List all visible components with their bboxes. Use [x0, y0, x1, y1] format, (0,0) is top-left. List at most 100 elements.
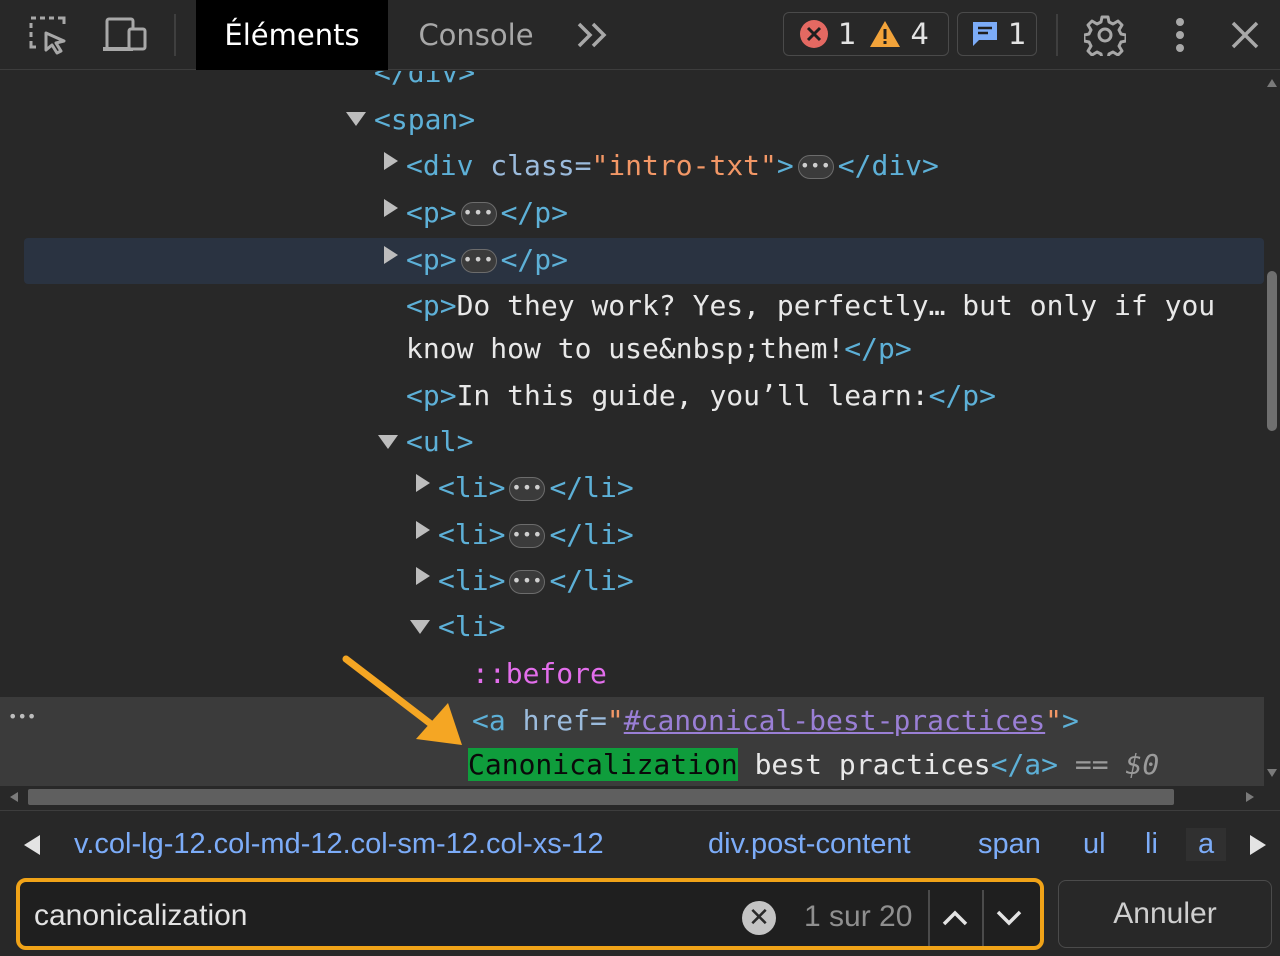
search-match-highlight: Canonicalization	[468, 748, 738, 781]
horizontal-scroll-thumb[interactable]	[28, 789, 1174, 805]
tag-text: <div	[406, 149, 491, 182]
cancel-search-button[interactable]: Annuler	[1058, 880, 1272, 948]
tag-text: </p>	[844, 332, 912, 365]
selected-node-marker: == $0	[1058, 748, 1160, 781]
tree-row-p-text-cont[interactable]: know how to use&nbsp;them!</p>	[406, 329, 912, 369]
more-tabs-icon[interactable]	[572, 16, 612, 54]
attr-quote: "	[1045, 704, 1063, 737]
collapse-triangle-icon[interactable]	[378, 435, 398, 449]
tab-elements[interactable]: Éléments	[196, 0, 388, 70]
breadcrumb-item-active[interactable]: a	[1186, 828, 1227, 861]
attr-eq: =	[590, 704, 607, 737]
issues-counter[interactable]: 1 4	[783, 12, 949, 56]
collapsed-content-ellipsis[interactable]: •••	[797, 155, 834, 179]
tag-text: </div>	[374, 71, 476, 89]
collapsed-content-ellipsis[interactable]: •••	[509, 477, 546, 501]
collapsed-content-ellipsis[interactable]: •••	[509, 524, 546, 548]
tab-console[interactable]: Console	[398, 0, 554, 70]
next-match-button[interactable]	[982, 890, 1034, 946]
messages-counter[interactable]: 1	[957, 12, 1037, 56]
attr-value: "intro-txt"	[591, 149, 777, 182]
tag-text: </p>	[500, 243, 569, 276]
scroll-down-arrow-icon[interactable]	[1267, 769, 1277, 777]
tag-text: </div>	[837, 149, 939, 182]
tag-text: <p>	[406, 196, 457, 229]
tree-row-intro-div[interactable]: <div class="intro-txt"> ••• </div>	[406, 146, 939, 186]
horizontal-scrollbar[interactable]	[0, 786, 1264, 808]
message-icon	[970, 19, 1000, 49]
tag-text: <p>	[406, 243, 457, 276]
settings-gear-icon[interactable]	[1082, 13, 1128, 57]
breadcrumb-item[interactable]: span	[978, 828, 1041, 861]
text-node: Do they work? Yes, perfectly… but only i…	[456, 289, 1216, 322]
tag-text: <li>	[438, 518, 506, 551]
expand-triangle-icon[interactable]	[416, 567, 430, 585]
clear-search-button[interactable]: ✕	[742, 901, 776, 935]
collapsed-content-ellipsis[interactable]: •••	[509, 570, 546, 594]
tree-row-a[interactable]: <a href="#canonical-best-practices">	[472, 701, 1079, 741]
tree-row-li[interactable]: <li> ••• </li>	[438, 515, 634, 555]
tree-row-p[interactable]: <p> ••• </p>	[406, 193, 568, 233]
toolbar-divider	[174, 14, 176, 56]
previous-match-button[interactable]	[928, 890, 980, 946]
search-bar: ✕ 1 sur 20 Annuler	[0, 876, 1280, 956]
elements-tree[interactable]: ••• </div> <span> <div class="intro-txt"…	[0, 71, 1264, 809]
tag-text: <a	[472, 704, 523, 737]
collapse-triangle-icon[interactable]	[346, 112, 366, 126]
tag-text: <p>	[406, 289, 457, 322]
row-more-dots[interactable]: •••	[8, 697, 36, 737]
tree-row-li[interactable]: <li>	[438, 607, 505, 647]
vertical-scrollbar[interactable]	[1264, 71, 1280, 809]
tree-row-li[interactable]: <li> ••• </li>	[438, 561, 634, 601]
expand-triangle-icon[interactable]	[384, 152, 398, 170]
attr-name: class	[490, 149, 575, 182]
vertical-scroll-thumb[interactable]	[1267, 271, 1277, 431]
tree-row-ul[interactable]: <ul>	[406, 422, 473, 462]
tree-row-p-text[interactable]: <p>In this guide, you’ll learn:</p>	[406, 376, 996, 416]
chevron-down-icon	[996, 910, 1022, 926]
tree-row-p-text[interactable]: <p>Do they work? Yes, perfectly… but onl…	[406, 286, 1215, 326]
href-link[interactable]: #canonical-best-practices	[624, 704, 1045, 737]
scroll-left-arrow-icon[interactable]	[10, 792, 18, 802]
collapsed-content-ellipsis[interactable]: •••	[460, 202, 497, 226]
tag-text: <li>	[438, 471, 506, 504]
breadcrumb-item[interactable]: li	[1145, 828, 1158, 861]
chevron-up-icon	[942, 910, 968, 926]
collapse-triangle-icon[interactable]	[410, 620, 430, 634]
expand-triangle-icon[interactable]	[384, 246, 398, 264]
toolbar-divider	[1056, 14, 1058, 56]
attr-eq: =	[574, 149, 592, 182]
tree-row-p[interactable]: <p> ••• </p>	[406, 240, 568, 280]
text-node: In this guide, you’ll learn:	[456, 379, 929, 412]
scroll-right-arrow-icon[interactable]	[1246, 792, 1254, 802]
attr-quote: "	[606, 704, 624, 737]
attr-name: href	[522, 704, 591, 737]
warning-count: 4	[910, 17, 929, 51]
close-icon[interactable]	[1224, 13, 1266, 57]
kebab-menu-icon[interactable]	[1166, 13, 1194, 57]
tree-row-pseudo[interactable]: ::before	[472, 654, 607, 694]
breadcrumb-item[interactable]: ul	[1083, 828, 1106, 861]
tree-row-closing-div[interactable]: </div>	[374, 71, 475, 93]
tag-text: <li>	[438, 564, 506, 597]
tree-row-span[interactable]: <span>	[374, 100, 475, 140]
breadcrumb-left-arrow-icon[interactable]	[24, 835, 40, 855]
device-toggle-icon[interactable]	[100, 13, 150, 57]
breadcrumb-item[interactable]: v.col-lg-12.col-md-12.col-sm-12.col-xs-1…	[74, 828, 604, 861]
collapsed-content-ellipsis[interactable]: •••	[460, 249, 497, 273]
tag-text: >	[1062, 704, 1079, 737]
breadcrumb-right-arrow-icon[interactable]	[1250, 835, 1266, 855]
tag-text: </li>	[549, 518, 634, 551]
pseudo-element: ::before	[472, 657, 607, 690]
expand-triangle-icon[interactable]	[416, 474, 430, 492]
breadcrumb-item[interactable]: div.post-content	[708, 828, 911, 861]
search-input[interactable]	[34, 894, 714, 938]
tree-row-li[interactable]: <li> ••• </li>	[438, 468, 634, 508]
tree-row-a-text[interactable]: Canonicalization best practices</a> == $…	[468, 745, 1159, 785]
error-count: 1	[838, 17, 857, 51]
expand-triangle-icon[interactable]	[384, 199, 398, 217]
scroll-up-arrow-icon[interactable]	[1267, 79, 1277, 87]
expand-triangle-icon[interactable]	[416, 521, 430, 539]
select-element-icon[interactable]	[26, 13, 70, 57]
tag-text: </p>	[928, 379, 997, 412]
